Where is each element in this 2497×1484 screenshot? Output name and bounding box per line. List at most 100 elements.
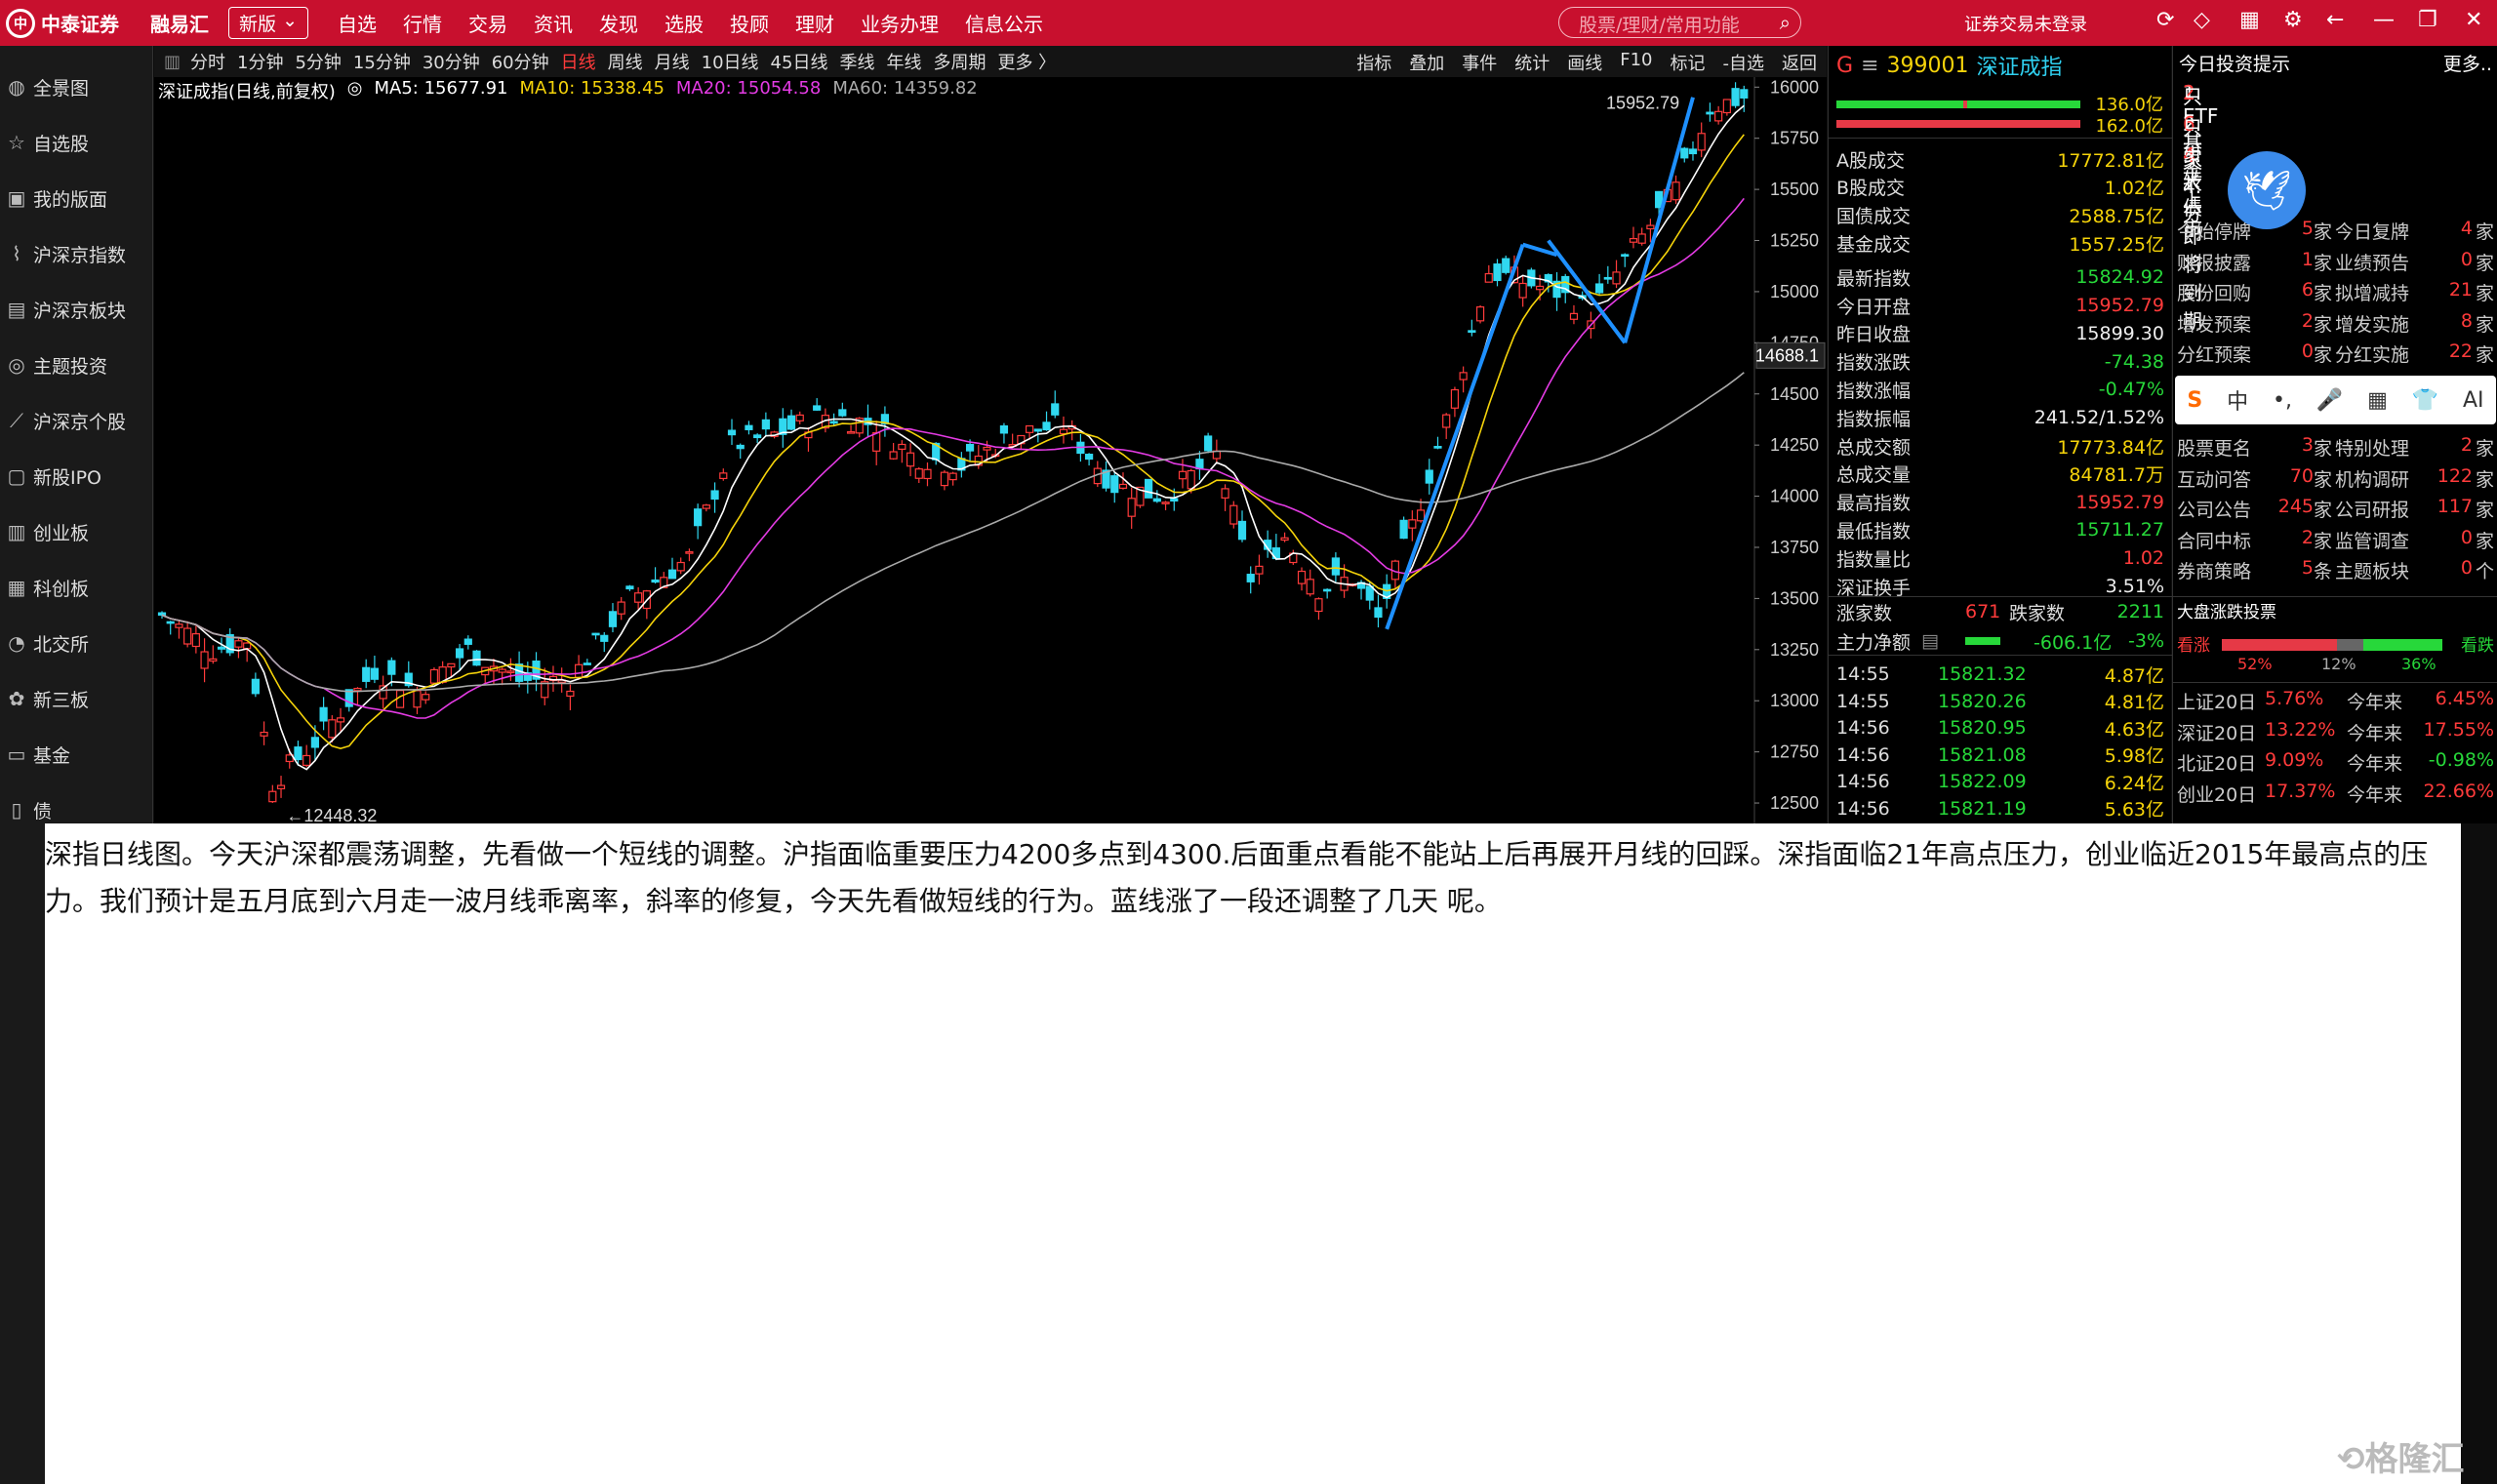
- nav-item[interactable]: 交易: [468, 9, 507, 37]
- candle-body: [1535, 285, 1545, 291]
- nav-item[interactable]: 理财: [795, 9, 834, 37]
- candle-body: [166, 621, 175, 624]
- search-input[interactable]: 股票/理财/常用功能 ⌕: [1558, 7, 1801, 38]
- nav-item[interactable]: 业务办理: [861, 9, 939, 37]
- period-tab[interactable]: 10日线: [702, 49, 759, 74]
- sidebar-item[interactable]: ▤ 沪深京板块: [0, 290, 153, 329]
- stat-row[interactable]: 互动问答 70 家机构调研 122 家: [2173, 465, 2497, 493]
- stat-row[interactable]: 公司公告 245 家公司研报 117 家: [2173, 496, 2497, 523]
- sidebar-item[interactable]: ◔ 北交所: [0, 623, 153, 662]
- period-tab[interactable]: 分时: [190, 49, 225, 74]
- sidebar-item[interactable]: ⌇ 沪深京指数: [0, 234, 153, 273]
- period-tab[interactable]: 5分钟: [295, 49, 341, 74]
- period-tab[interactable]: 60分钟: [492, 49, 549, 74]
- sidebar-item[interactable]: ☆ 自选股: [0, 123, 153, 162]
- nav-item[interactable]: 资讯: [534, 9, 573, 37]
- punct-icon[interactable]: •,: [2273, 388, 2292, 413]
- mic-icon[interactable]: 🎤: [2316, 388, 2343, 413]
- panel-toggle-icon[interactable]: ▥: [164, 52, 181, 72]
- sidebar-item[interactable]: ▭ 基金: [0, 735, 153, 774]
- period-tab[interactable]: 45日线: [771, 49, 828, 74]
- sidebar-item[interactable]: ▥ 创业板: [0, 512, 153, 551]
- stat-row[interactable]: 股票更名 3 家特别处理 2 家: [2173, 434, 2497, 461]
- nav-item[interactable]: 信息公示: [965, 9, 1043, 37]
- keyboard-icon[interactable]: ▦: [2367, 388, 2388, 413]
- sidebar-item[interactable]: ◍ 全景图: [0, 67, 153, 106]
- sidebar-item[interactable]: ▢ 新股IPO: [0, 457, 153, 496]
- trend-line-up-2[interactable]: [1623, 97, 1695, 343]
- sidebar-item[interactable]: ◎ 主题投资: [0, 345, 153, 384]
- stat-row[interactable]: 今始停牌 5 家今日复牌 4 家: [2173, 218, 2497, 245]
- nav-item[interactable]: 投顾: [730, 9, 769, 37]
- skin-icon[interactable]: 👕: [2412, 388, 2438, 413]
- period-tab[interactable]: 多周期: [933, 49, 986, 74]
- stat-row[interactable]: 分红预案 0 家分红实施 22 家: [2173, 341, 2497, 368]
- stat-row[interactable]: 财报披露 1 家业绩预告 0 家: [2173, 249, 2497, 276]
- more-link[interactable]: 更多..: [2443, 50, 2492, 76]
- candle-body: [370, 667, 380, 680]
- candle-body: [1145, 478, 1153, 499]
- search-icon[interactable]: ⌕: [1780, 11, 1791, 34]
- sidebar-item[interactable]: ▣ 我的版面: [0, 179, 153, 218]
- app-logo[interactable]: 中中泰证券: [0, 0, 146, 46]
- sogou-icon[interactable]: S: [2187, 388, 2202, 413]
- buy-bar-left: [1836, 100, 1963, 108]
- ime-toolbar[interactable]: S 中 •, 🎤 ▦ 👕 AI: [2175, 376, 2496, 424]
- divider: [1829, 655, 2172, 656]
- period-tab[interactable]: 年线: [886, 49, 921, 74]
- trend-line-up[interactable]: [1385, 244, 1525, 630]
- period-tab[interactable]: 周线: [608, 49, 643, 74]
- stat-row[interactable]: 合同中标 2 家监管调查 0 家: [2173, 527, 2497, 554]
- stat-row[interactable]: 券商策略 5 条主题板块 0 个: [2173, 557, 2497, 584]
- period-tab[interactable]: 30分钟: [423, 49, 480, 74]
- version-select[interactable]: 新版 ⌄: [228, 7, 308, 39]
- vote-bull-label[interactable]: 看涨: [2177, 631, 2210, 656]
- kline-chart[interactable]: 1600015750155001525015000147501450014250…: [154, 77, 1827, 825]
- nav-item[interactable]: 发现: [599, 9, 638, 37]
- back-icon[interactable]: ←: [2326, 8, 2344, 32]
- refresh-icon[interactable]: ⟳: [2156, 8, 2174, 32]
- ai-icon[interactable]: AI: [2463, 388, 2484, 413]
- nav-item[interactable]: 自选: [338, 9, 377, 37]
- stat-row[interactable]: 增发预案 2 家增发实施 8 家: [2173, 310, 2497, 338]
- candle-body: [1110, 475, 1119, 494]
- chart-tool[interactable]: 统计: [1514, 50, 1550, 75]
- nav-item[interactable]: 选股: [665, 9, 704, 37]
- period-tab[interactable]: 月线: [655, 49, 690, 74]
- legend-toggle-icon[interactable]: ◎: [347, 78, 363, 103]
- menu-icon[interactable]: ≡: [1861, 54, 1878, 78]
- chart-tool[interactable]: F10: [1620, 50, 1652, 75]
- settings-icon[interactable]: ⚙: [2283, 8, 2303, 32]
- period-tab[interactable]: 日线: [561, 49, 596, 74]
- chart-tool[interactable]: 画线: [1567, 50, 1602, 75]
- sidebar-item[interactable]: ✿ 新三板: [0, 679, 153, 718]
- period-tab[interactable]: 15分钟: [353, 49, 411, 74]
- chart-tool[interactable]: 标记: [1671, 50, 1706, 75]
- chart-tool[interactable]: 叠加: [1409, 50, 1444, 75]
- tip-item[interactable]: 2. 可转债即将到期 6 只: [2173, 112, 2497, 333]
- vote-bear-label[interactable]: 看跌: [2461, 631, 2494, 656]
- close-icon[interactable]: ✕: [2465, 8, 2482, 32]
- stat-row[interactable]: 股份回购 6 家拟增减持 21 家: [2173, 279, 2497, 306]
- period-tab[interactable]: 季线: [839, 49, 874, 74]
- tip-item[interactable]: 3. 大4家: [2173, 143, 2497, 194]
- tip-item[interactable]: 1. ETF基金上市 2 只: [2173, 81, 2497, 240]
- period-tab[interactable]: 1分钟: [237, 49, 283, 74]
- chart-tool[interactable]: 指标: [1356, 50, 1391, 75]
- restore-icon[interactable]: ❐: [2418, 8, 2437, 32]
- tip-item[interactable]: 4. 分: [2173, 175, 2497, 225]
- chart-tool[interactable]: -自选: [1723, 50, 1765, 75]
- nav-item[interactable]: 行情: [403, 9, 442, 37]
- chinese-mode-icon[interactable]: 中: [2227, 384, 2248, 416]
- sidebar-item[interactable]: ▦ 科创板: [0, 568, 153, 607]
- grid-icon[interactable]: ▦: [2239, 8, 2260, 32]
- login-status[interactable]: 证券交易未登录: [1964, 11, 2087, 36]
- chart-tool[interactable]: 事件: [1462, 50, 1497, 75]
- minimize-icon[interactable]: —: [2373, 8, 2395, 32]
- sidebar-item[interactable]: ⟋ 沪深京个股: [0, 401, 153, 440]
- chart-tool[interactable]: 返回: [1782, 50, 1817, 75]
- period-tab[interactable]: 更多 〉: [997, 49, 1056, 74]
- kline-svg[interactable]: 1600015750155001525015000147501450014250…: [154, 77, 1827, 825]
- skin-icon[interactable]: ◇: [2194, 8, 2210, 32]
- info-icon[interactable]: ▤: [1921, 630, 1939, 652]
